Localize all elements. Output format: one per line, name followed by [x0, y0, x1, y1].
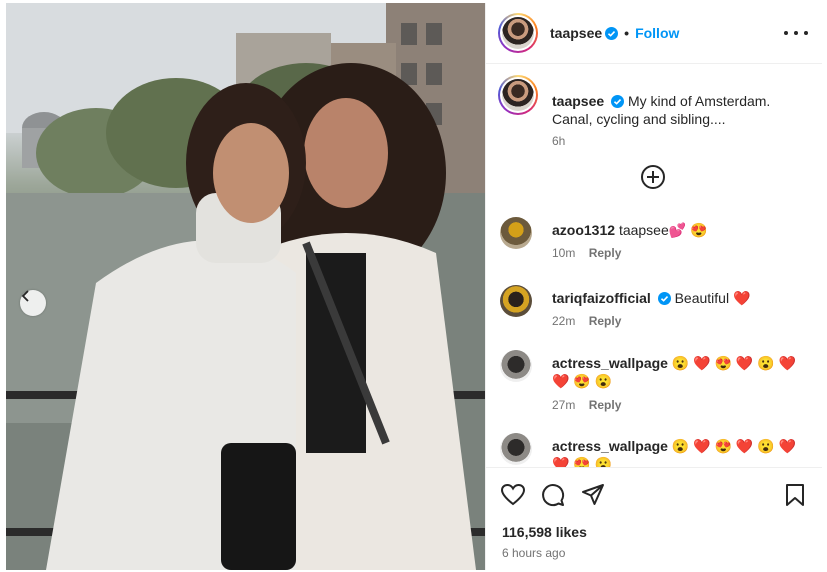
likes-count[interactable]: 116,598 likes: [502, 524, 587, 540]
comment-username[interactable]: azoo1312: [552, 222, 615, 238]
comments-section[interactable]: taapsee My kind of Amsterdam. Canal, cyc…: [486, 65, 822, 467]
post-side-panel: taapsee • Follow taapsee My kind of Amst…: [485, 3, 822, 570]
add-comment-icon[interactable]: [640, 164, 666, 190]
caption-avatar[interactable]: [498, 75, 538, 115]
post-photo[interactable]: [6, 3, 485, 570]
post-header: taapsee • Follow: [486, 3, 822, 64]
post-timestamp: 6 hours ago: [502, 546, 566, 560]
comment-username[interactable]: actress_wallpage: [552, 438, 668, 454]
header-user-info: taapsee • Follow: [550, 25, 679, 41]
avatar[interactable]: [500, 433, 532, 465]
verified-badge-icon: [605, 26, 619, 40]
comment-meta: 27m Reply: [552, 398, 621, 412]
header-username[interactable]: taapsee: [550, 25, 602, 41]
avatar[interactable]: [498, 13, 538, 53]
verified-badge-icon: [611, 95, 625, 108]
share-icon[interactable]: [580, 482, 606, 508]
instagram-post-modal: taapsee • Follow taapsee My kind of Amst…: [0, 0, 827, 572]
heart-icon[interactable]: [500, 482, 526, 508]
comment-time: 27m: [552, 398, 576, 412]
comment-meta: 22m Reply: [552, 314, 621, 328]
verified-badge-icon: [657, 292, 671, 305]
reply-button[interactable]: Reply: [589, 398, 622, 412]
save-bookmark-icon[interactable]: [782, 482, 808, 508]
comment-text: taapsee💕 😍: [618, 222, 708, 238]
comment-username[interactable]: actress_wallpage: [552, 355, 668, 371]
photo-illustration: [6, 3, 485, 570]
avatar[interactable]: [500, 285, 532, 317]
carousel-previous-button[interactable]: [20, 290, 46, 316]
avatar[interactable]: [500, 217, 532, 249]
comment-body: actress_wallpage 😮 ❤️ 😍 ❤️ 😮 ❤️ ❤️ 😍 😮: [552, 354, 802, 390]
separator-dot: •: [624, 25, 630, 41]
avatar[interactable]: [500, 350, 532, 382]
comment-body: azoo1312 taapsee💕 😍: [552, 221, 802, 239]
comment-icon[interactable]: [540, 482, 566, 508]
chevron-left-icon: [21, 290, 29, 302]
caption-text-block: taapsee My kind of Amsterdam. Canal, cyc…: [552, 92, 792, 128]
post-actions: 116,598 likes 6 hours ago: [486, 467, 822, 570]
reply-button[interactable]: Reply: [589, 314, 622, 328]
comment-username[interactable]: tariqfaizofficial: [552, 290, 651, 306]
caption-username[interactable]: taapsee: [552, 93, 604, 109]
reply-button[interactable]: Reply: [589, 246, 622, 260]
comment-body: actress_wallpage 😮 ❤️ 😍 ❤️ 😮 ❤️ ❤️ 😍 😮: [552, 437, 802, 467]
comment-meta: 10m Reply: [552, 246, 621, 260]
comment-body: tariqfaizofficial Beautiful ❤️: [552, 289, 802, 307]
more-options-icon[interactable]: [784, 23, 808, 43]
caption-time: 6h: [552, 134, 566, 148]
comment-time: 22m: [552, 314, 576, 328]
comment-text: Beautiful ❤️: [674, 290, 751, 306]
follow-button[interactable]: Follow: [635, 25, 679, 41]
comment-time: 10m: [552, 246, 576, 260]
